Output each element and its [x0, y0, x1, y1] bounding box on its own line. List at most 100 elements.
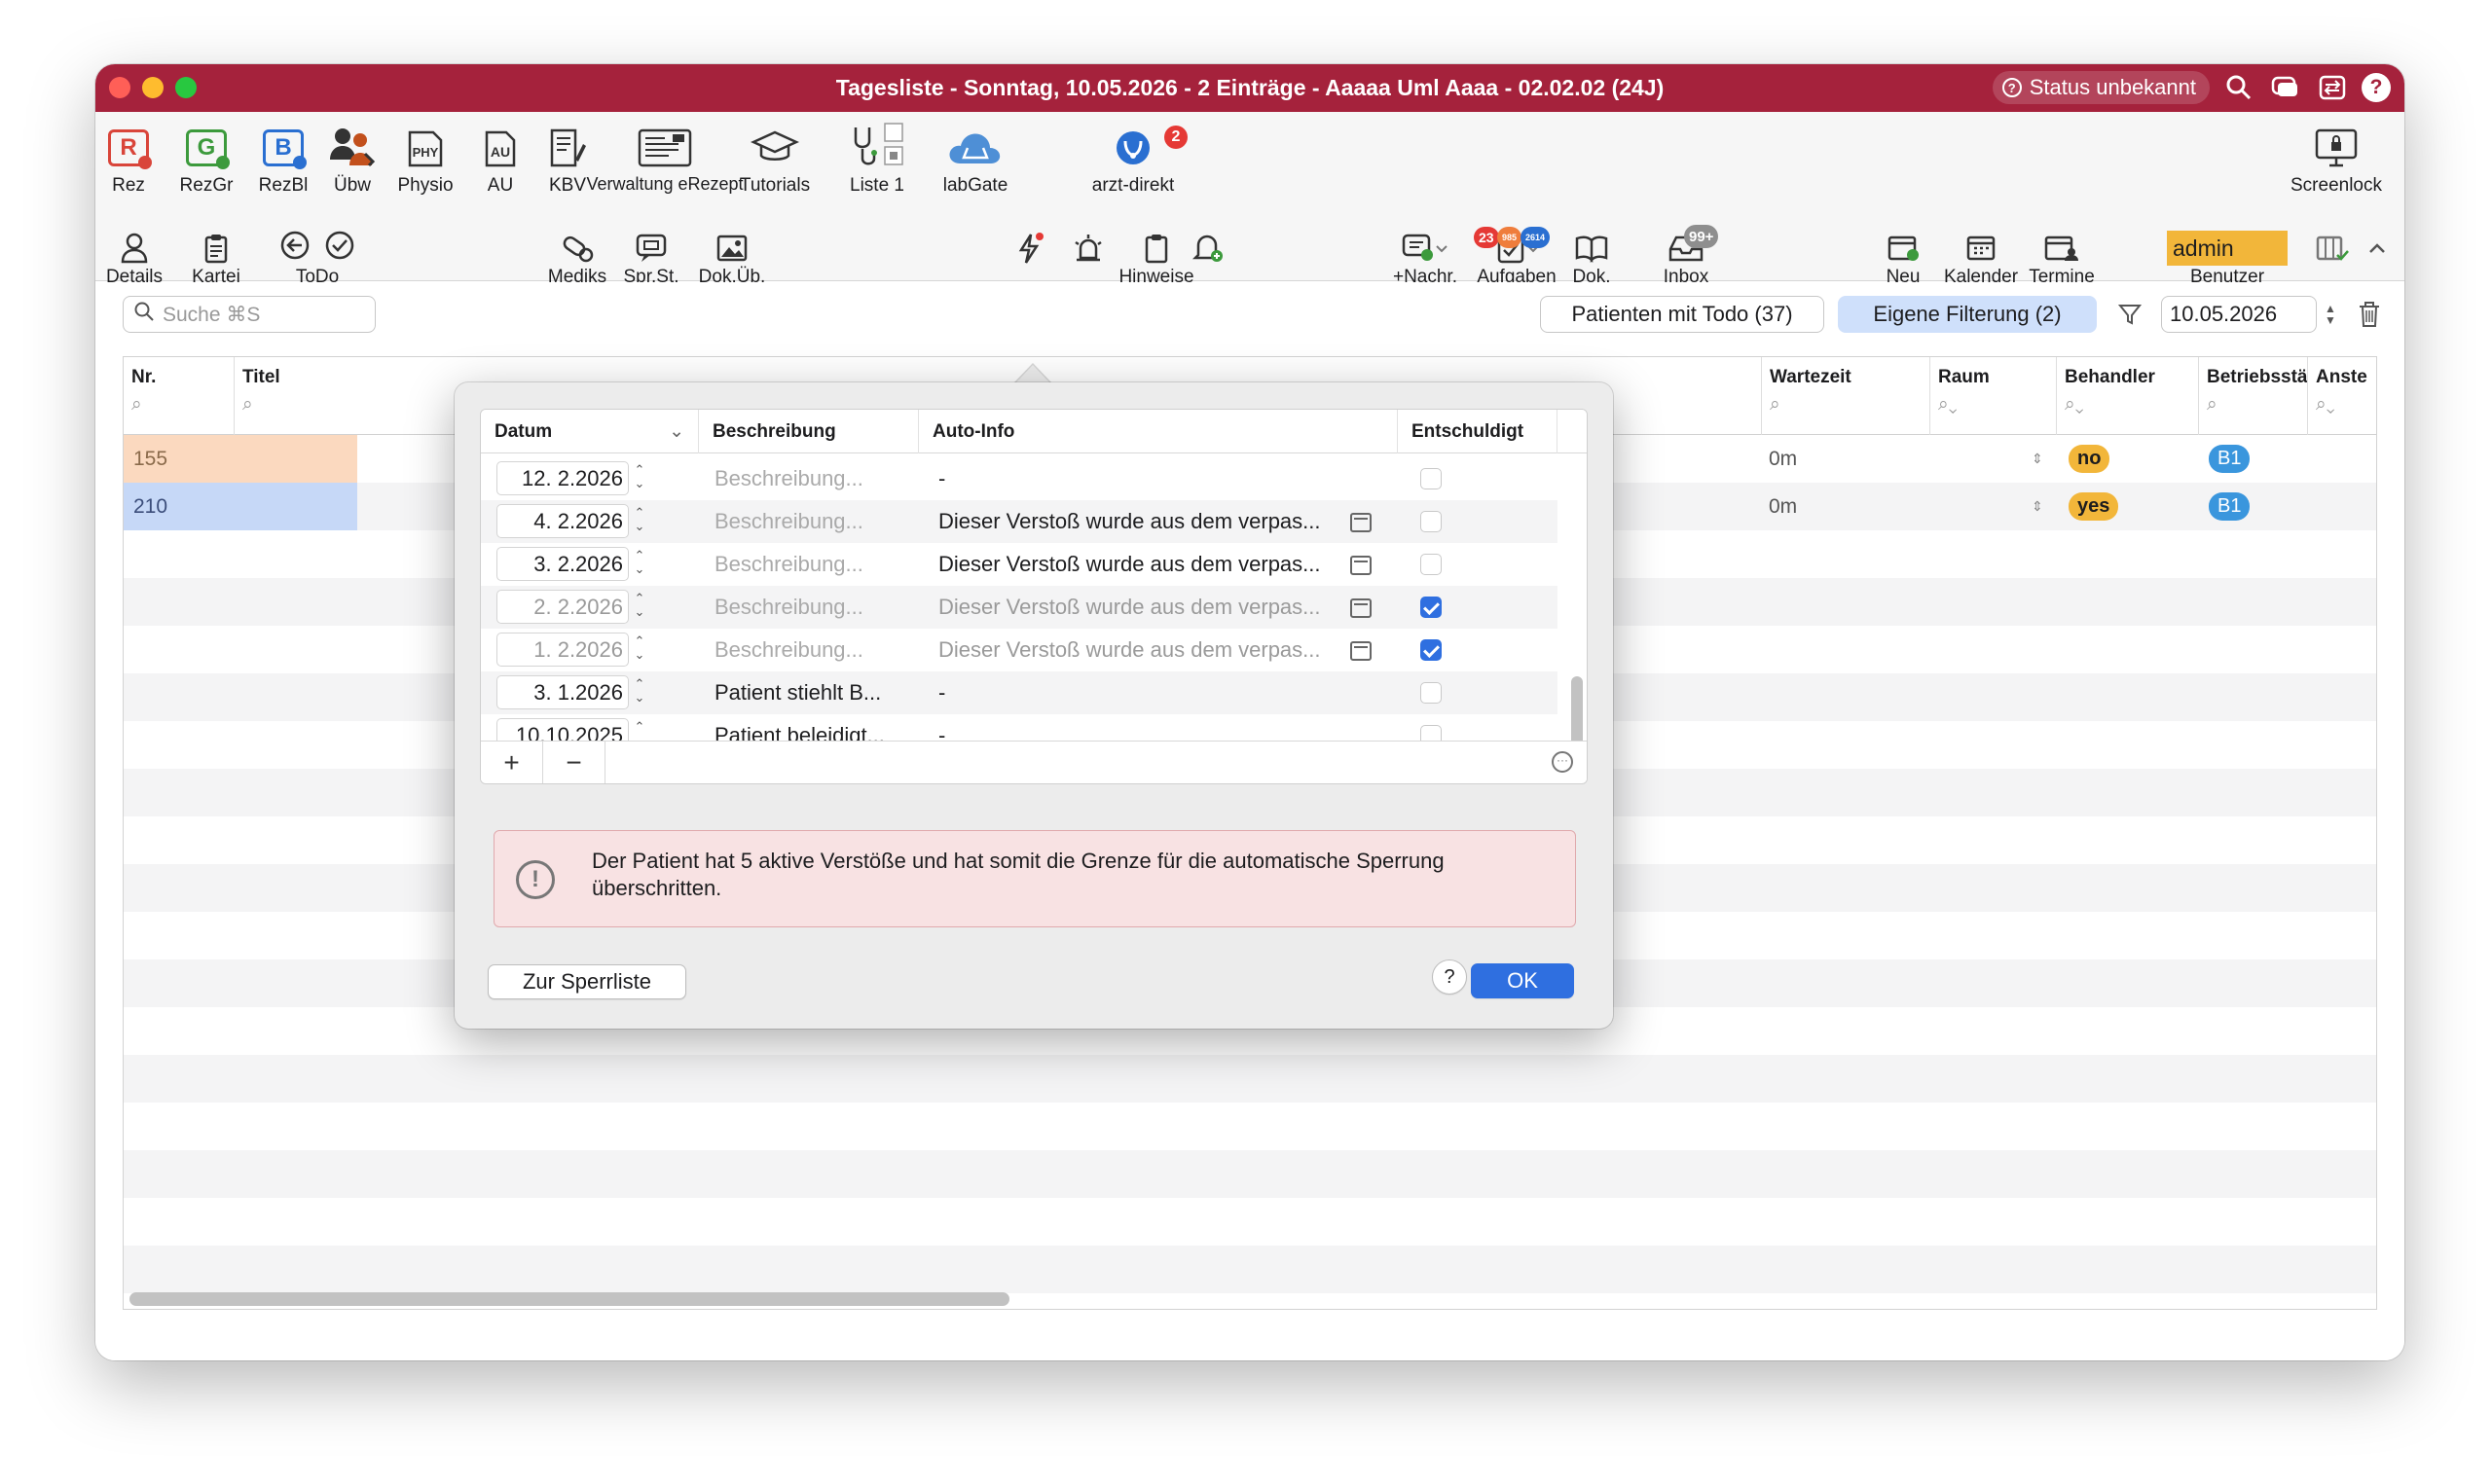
exchange-icon[interactable]: [2315, 70, 2350, 105]
toolbar-physio[interactable]: PHY Physio: [391, 120, 459, 195]
beschreibung-field[interactable]: Patient stiehlt B...: [715, 671, 881, 714]
toolbar-aufgaben[interactable]: Aufgaben 23 985 2614: [1468, 227, 1565, 286]
beschreibung-field[interactable]: Beschreibung...: [715, 457, 863, 500]
date-stepper[interactable]: ⌃⌄: [633, 592, 646, 623]
toolbar-arzt-direkt[interactable]: arzt-direkt 2: [1079, 120, 1188, 195]
search-filter-icon[interactable]: ⌕⌄: [1938, 394, 2056, 416]
verstoss-row[interactable]: 12. 2.2026 ⌃ ⌄ Beschreibung... -: [481, 457, 1558, 500]
toolbar-kbv[interactable]: KBV: [543, 120, 592, 195]
back-arrow-icon[interactable]: [279, 230, 311, 267]
beschreibung-field[interactable]: Beschreibung...: [715, 586, 863, 629]
column-header-wartezeit[interactable]: Wartezeit ⌕: [1761, 357, 1930, 435]
date-field[interactable]: 3. 1.2026: [496, 675, 629, 709]
calendar-icon[interactable]: [1350, 598, 1372, 618]
toolbar-details[interactable]: Details: [101, 229, 167, 286]
beschreibung-field[interactable]: Beschreibung...: [715, 629, 863, 671]
check-circle-icon[interactable]: [324, 230, 355, 267]
toolbar-kalender[interactable]: Kalender: [1937, 229, 2025, 286]
calendar-icon[interactable]: [1350, 556, 1372, 575]
search-icon[interactable]: ⌕: [1770, 394, 1929, 416]
date-stepper[interactable]: ⌃⌄: [633, 634, 646, 666]
add-row-button[interactable]: +: [481, 742, 543, 783]
beschreibung-field[interactable]: Beschreibung...: [715, 543, 863, 586]
horizontal-scrollbar[interactable]: [129, 1292, 1009, 1306]
toolbar-rez[interactable]: R Rez: [101, 120, 156, 195]
toolbar-flash[interactable]: [1010, 229, 1049, 268]
toolbar-dok[interactable]: Dok.: [1567, 229, 1616, 286]
toolbar-bell[interactable]: [1184, 229, 1232, 268]
entschuldigt-checkbox[interactable]: [1420, 511, 1442, 532]
toolbar-tutorials[interactable]: Tutorials: [734, 120, 816, 195]
search-filter-icon[interactable]: ⌕⌄: [2065, 394, 2198, 416]
search-icon[interactable]: ⌕: [2207, 394, 2307, 416]
remove-row-button[interactable]: −: [543, 742, 605, 783]
search-icon[interactable]: [2221, 70, 2256, 105]
date-field[interactable]: 10.05.2026: [2161, 296, 2317, 333]
toolbar-rezbl[interactable]: B RezBl: [255, 120, 312, 195]
verstoss-row[interactable]: 3. 2.2026 ⌃ ⌄ Beschreibung... Dieser Verstoß…: [481, 543, 1558, 586]
eigene-filterung-filter[interactable]: Eigene Filterung (2): [1838, 296, 2097, 333]
zur-sperrliste-button[interactable]: Zur Sperrliste: [488, 964, 686, 999]
entschuldigt-checkbox[interactable]: [1420, 682, 1442, 704]
chat-icon[interactable]: [2268, 70, 2303, 105]
toolbar-sprst[interactable]: Spr.St.: [617, 229, 685, 286]
toolbar-rezgr[interactable]: G RezGr: [177, 120, 236, 195]
patienten-todo-filter[interactable]: Patienten mit Todo (37): [1540, 296, 1824, 333]
toolbar-termine[interactable]: Termine: [2021, 229, 2103, 286]
entschuldigt-checkbox[interactable]: [1420, 639, 1442, 661]
toolbar-benutzer[interactable]: admin Benutzer: [2167, 229, 2288, 286]
toolbar-kartei[interactable]: Kartei: [185, 229, 247, 286]
verstoss-row[interactable]: 1. 2.2026 ⌃ ⌄ Beschreibung... Dieser Verstoß…: [481, 629, 1558, 671]
column-header-nr[interactable]: Nr. ⌕: [124, 357, 235, 435]
date-field[interactable]: 4. 2.2026: [496, 504, 629, 538]
column-header-anstehend[interactable]: Anste ⌕⌄: [2308, 357, 2376, 435]
date-stepper[interactable]: ⌃⌄: [633, 677, 646, 708]
toolbar-dokub[interactable]: Dok.Üb.: [693, 229, 771, 286]
toolbar-uebw[interactable]: Übw: [327, 120, 378, 195]
raum-stepper[interactable]: ⇕: [2032, 435, 2043, 483]
toolbar-nachr[interactable]: +Nachr.: [1386, 229, 1464, 286]
column-header-beschreibung[interactable]: Beschreibung: [699, 410, 919, 453]
toolbar-verwaltung-erezept[interactable]: Verwaltung eRezept: [586, 120, 744, 193]
date-stepper[interactable]: ⌃⌄: [633, 506, 646, 537]
entschuldigt-checkbox[interactable]: [1420, 554, 1442, 575]
date-stepper[interactable]: ▲ ▼: [2321, 296, 2340, 333]
help-button[interactable]: ?: [2362, 73, 2391, 102]
column-header-betriebsstaette[interactable]: Betriebsstä ⌕: [2199, 357, 2308, 435]
entschuldigt-checkbox[interactable]: [1420, 468, 1442, 489]
date-stepper[interactable]: ⌃⌄: [633, 549, 646, 580]
toolbar-todo[interactable]: ToDo: [259, 229, 376, 286]
toolbar-sync[interactable]: [2313, 229, 2352, 268]
date-field[interactable]: 2. 2.2026: [496, 590, 629, 624]
verstoss-row[interactable]: 4. 2.2026 ⌃ ⌄ Beschreibung... Dieser Verstoß…: [481, 500, 1558, 543]
filter-icon[interactable]: [2110, 296, 2149, 333]
toolbar-neu[interactable]: Neu: [1881, 229, 1925, 286]
search-filter-icon[interactable]: ⌕⌄: [2316, 394, 2376, 416]
search-icon[interactable]: ⌕: [131, 394, 234, 416]
calendar-icon[interactable]: [1350, 513, 1372, 532]
search-field[interactable]: Suche ⌘S: [123, 296, 376, 333]
beschreibung-field[interactable]: Beschreibung...: [715, 500, 863, 543]
toolbar-au[interactable]: AU AU: [481, 120, 520, 195]
column-header-entschuldigt[interactable]: Entschuldigt: [1398, 410, 1558, 453]
date-field[interactable]: 1. 2.2026: [496, 633, 629, 667]
column-header-behandler[interactable]: Behandler ⌕⌄: [2057, 357, 2199, 435]
toolbar-labgate[interactable]: labGate: [938, 120, 1012, 195]
help-button[interactable]: ?: [1432, 959, 1467, 995]
ok-button[interactable]: OK: [1471, 963, 1574, 998]
more-options-icon[interactable]: ···: [1552, 751, 1573, 773]
column-header-auto-info[interactable]: Auto-Info: [919, 410, 1398, 453]
trash-icon[interactable]: [2354, 296, 2385, 333]
calendar-icon[interactable]: [1350, 641, 1372, 661]
toolbar-mediks[interactable]: Mediks: [543, 229, 611, 286]
user-field[interactable]: admin: [2167, 231, 2288, 266]
verstoss-row[interactable]: 2. 2.2026 ⌃ ⌄ Beschreibung... Dieser Verstoß…: [481, 586, 1558, 629]
date-field[interactable]: 3. 2.2026: [496, 547, 629, 581]
verstoss-row[interactable]: 3. 1.2026 ⌃ ⌄ Patient stiehlt B... -: [481, 671, 1558, 714]
entschuldigt-checkbox[interactable]: [1420, 597, 1442, 618]
date-stepper[interactable]: ⌃⌄: [633, 463, 646, 494]
status-button[interactable]: ? Status unbekannt: [1992, 71, 2210, 104]
toolbar-screenlock[interactable]: Screenlock: [2282, 120, 2391, 195]
date-field[interactable]: 12. 2.2026: [496, 461, 629, 495]
toolbar-liste1[interactable]: Liste 1: [839, 120, 915, 195]
